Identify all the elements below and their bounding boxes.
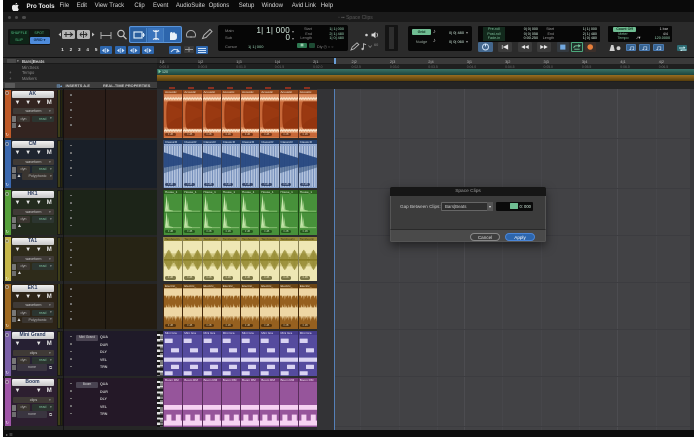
svg-text:120: 120 (162, 70, 168, 74)
